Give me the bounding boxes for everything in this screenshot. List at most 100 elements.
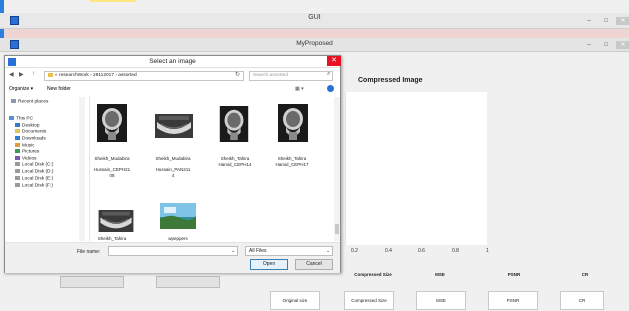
sidebar-item[interactable]: Local Disk (D:) [15,169,53,174]
recent-places-icon [11,99,16,103]
sidebar-item[interactable]: Local Disk (E:) [15,176,53,181]
file-name-label[interactable]: Sheikh_Mudabira Hussain_PAN211 4 [150,156,196,178]
sidebar-item[interactable]: Local Disk (C:) [15,162,53,167]
file-name-label[interactable]: wpeppers [155,236,201,242]
file-thumbnail[interactable] [278,104,308,144]
desktop-icon [15,123,20,127]
file-type-select[interactable]: All Files [245,246,333,256]
help-icon[interactable] [327,85,334,92]
file-name-label: File name: [77,249,101,255]
file-name-label[interactable]: Sheikh_Tahira Hamid_CEPH17 [269,156,315,167]
chevron-down-icon[interactable]: ⌄ [231,248,235,254]
select-image-dialog: Select an image ✕ ◀ ▶ ↑ « researchWork ›… [4,55,341,273]
gui-content-strip [4,29,629,38]
chevron-down-icon[interactable]: ⌄ [326,248,330,254]
disk-icon [15,169,20,173]
compressed-image-title: Compressed Image [358,77,423,84]
videos-icon [15,156,20,160]
close-icon[interactable]: ✕ [616,17,629,25]
back-icon[interactable]: ◀ [9,71,14,78]
disk-icon [15,183,20,187]
scrollbar-thumb[interactable] [335,224,339,234]
organize-menu[interactable]: Organize ▾ [9,86,33,92]
compressed-image-axes [345,92,487,245]
psnr-field[interactable]: PSNR [488,291,538,310]
mse-field[interactable]: MSE [416,291,466,310]
sidebar-item[interactable]: Videos [15,156,37,161]
search-icon[interactable]: ⌕ [327,71,330,78]
load-image-button[interactable] [60,276,124,288]
disk-icon [15,162,20,166]
open-button[interactable]: Open [250,259,288,270]
x-tick-label: 0.2 [351,248,358,254]
documents-icon [15,129,20,133]
computer-icon [9,116,14,120]
view-options-icon[interactable]: ▦ ▾ [295,86,304,92]
x-tick-label: 0.6 [418,248,425,254]
sidebar-item-label: Videos [22,156,37,162]
myproposed-window-controls: – □ ✕ [582,41,629,49]
gui-window-controls: – □ ✕ [582,17,629,25]
sidebar-item[interactable]: Music [15,143,35,148]
refresh-icon[interactable]: ↻ [235,71,240,78]
close-icon[interactable]: ✕ [616,41,629,49]
file-name-label[interactable]: Sheikh_Tahira Hamid_CEPH14 [212,156,258,167]
file-name-input[interactable] [108,246,238,256]
file-list-scrollbar[interactable] [334,97,340,241]
up-arrow-icon[interactable]: ↑ [32,71,35,77]
sidebar-item-label: Recent places [18,99,49,105]
mse-header: MSE [435,272,445,277]
downloads-icon [15,136,20,140]
dialog-title: Select an image [149,58,196,65]
cr-field[interactable]: CR [560,291,604,310]
file-thumbnail[interactable] [155,114,193,140]
sidebar-item-label: Pictures [22,149,40,155]
sidebar-item-label: Local Disk (F:) [22,183,53,189]
file-name-label[interactable]: Sheikh_Mudabira Hussain_CEPH21 08 [89,156,135,178]
address-bar[interactable]: « researchWork › 29112017 › assorted [44,71,244,81]
x-tick-label: 0.8 [452,248,459,254]
original-size-field[interactable]: Original size [270,291,320,310]
compressed-size-field[interactable]: Compressed Size [344,291,394,310]
navigation-scrollbar[interactable] [79,97,85,241]
minimize-icon[interactable]: – [582,41,596,49]
maximize-icon[interactable]: □ [599,41,613,49]
search-input[interactable]: Search assorted [249,71,333,81]
file-thumbnail[interactable] [219,106,249,144]
forward-icon[interactable]: ▶ [19,71,24,78]
gui-window-title: GUI [308,14,321,21]
sidebar-item-label: This PC [16,116,34,122]
file-thumbnail[interactable] [160,203,196,231]
breadcrumb: « researchWork › 29112017 › assorted [55,73,137,78]
sidebar-item-label: Local Disk (D:) [22,169,54,175]
file-list: Sheikh_Mudabira Hussain_CEPH21 08 Sheikh… [89,96,335,247]
sidebar-item-label: Downloads [22,136,46,142]
navigation-pane: Recent places This PC Desktop Documents Down… [7,96,90,242]
close-icon[interactable]: ✕ [327,56,341,66]
sidebar-item[interactable]: Downloads [15,136,46,141]
sidebar-item[interactable]: Local Disk (F:) [15,183,53,188]
preview-pane-icon[interactable] [315,86,321,92]
sidebar-item-label: Documents [22,129,47,135]
file-thumbnail[interactable] [97,210,135,234]
cancel-button[interactable]: Cancel [295,259,333,270]
folder-icon [48,72,53,77]
sidebar-item[interactable]: Documents [15,129,46,134]
sidebar-item[interactable]: Recent places [11,99,48,104]
x-tick-label: 0.4 [385,248,392,254]
sidebar-item[interactable]: This PC [9,116,33,121]
sidebar-item[interactable]: Desktop [15,123,40,128]
music-icon [15,143,20,147]
x-tick-label: 1 [486,248,489,254]
minimize-icon[interactable]: – [582,17,596,25]
compress-image-button[interactable] [156,276,220,288]
sidebar-item[interactable]: Pictures [15,149,39,154]
sidebar-item-label: Local Disk (E:) [22,176,54,182]
psnr-header: PSNR [507,272,521,277]
maximize-icon[interactable]: □ [599,17,613,25]
file-thumbnail[interactable] [97,104,127,144]
cr-header: CR [581,272,589,277]
new-folder-button[interactable]: New folder [47,86,71,92]
myproposed-window-title: MyProposed [296,40,333,47]
sidebar-item-label: Local Disk (C:) [22,162,54,168]
